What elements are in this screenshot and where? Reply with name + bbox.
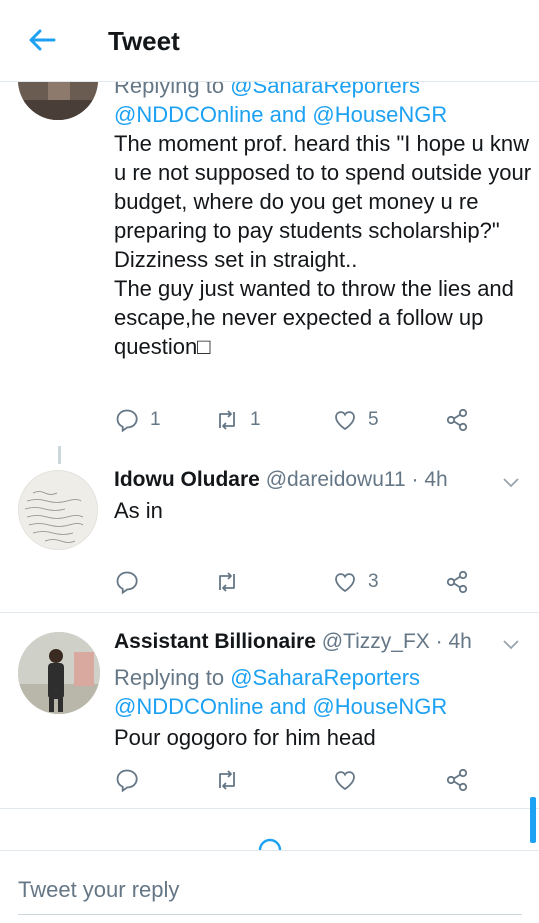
tweet-text: The moment prof. heard this "I hope u kn… (114, 131, 532, 359)
reply-icon (116, 769, 138, 793)
like-count: 3 (368, 571, 379, 592)
handle-time: @dareidowu11 · 4h (265, 468, 448, 491)
tweet-header: Idowu Oludare @dareidowu11 · 4h (114, 466, 534, 494)
retweet-icon (219, 770, 235, 790)
tweet-actions: 3 (114, 567, 514, 597)
mention-link[interactable]: @NDDCOnline and @HouseNGR (114, 692, 534, 721)
handle-time: @Tizzy_FX · 4h (321, 630, 472, 653)
tweet-actions (114, 765, 514, 795)
mention-link[interactable]: @NDDCOnline and @HouseNGR (114, 100, 534, 129)
share-icon (446, 768, 468, 792)
scrollbar[interactable] (530, 797, 536, 843)
reply-button[interactable] (114, 567, 150, 597)
reply-count: 1 (150, 409, 161, 430)
reply-button[interactable]: 1 (114, 405, 161, 435)
like-icon (335, 771, 355, 791)
retweet-button[interactable]: 1 (214, 405, 261, 435)
replying-to: Replying to @SaharaReporters @NDDCOnline… (114, 663, 534, 721)
like-icon (335, 573, 355, 593)
top-app-bar: Tweet (0, 0, 539, 82)
mention-link[interactable]: @SaharaReporters (230, 665, 420, 690)
reply-input[interactable] (18, 875, 522, 915)
like-button[interactable]: 3 (332, 567, 379, 597)
tweet-item[interactable]: Idowu Oludare @dareidowu11 · 4h As in 3 (0, 460, 539, 610)
reply-button[interactable] (114, 765, 140, 795)
retweet-icon (219, 572, 235, 592)
share-button[interactable] (444, 567, 470, 597)
chevron-down-icon[interactable] (501, 634, 521, 654)
share-button[interactable] (444, 765, 470, 795)
divider (0, 808, 539, 809)
replying-to-label: Replying to (114, 665, 231, 690)
avatar[interactable] (18, 632, 100, 714)
chevron-down-icon[interactable] (501, 472, 521, 492)
tweet-item[interactable]: Assistant Billionaire @Tizzy_FX · 4h Rep… (0, 614, 539, 809)
reply-composer (0, 850, 539, 923)
retweet-button[interactable] (214, 765, 240, 795)
tweet-text: Pour ogogoro for him head (114, 725, 376, 750)
like-button[interactable]: 5 (332, 405, 379, 435)
display-name[interactable]: Idowu Oludare (114, 468, 260, 491)
page-title: Tweet (108, 26, 180, 56)
like-icon (335, 411, 355, 431)
display-name[interactable]: Assistant Billionaire (114, 630, 316, 653)
reply-icon (116, 571, 138, 595)
divider (0, 612, 539, 613)
avatar[interactable] (18, 470, 98, 550)
tweet-thread: Replying to @SaharaReporters @NDDCOnline… (0, 0, 539, 850)
tweet-text: As in (114, 498, 163, 523)
share-icon (446, 408, 468, 432)
share-button[interactable] (444, 405, 470, 435)
retweet-button[interactable] (214, 567, 250, 597)
share-icon (446, 570, 468, 594)
tweet-item[interactable]: Replying to @SaharaReporters @NDDCOnline… (0, 50, 539, 450)
reply-icon (116, 409, 138, 433)
tweet-actions: 1 1 5 (114, 405, 514, 435)
like-count: 5 (368, 409, 379, 430)
retweet-icon (219, 410, 235, 430)
loading-spinner-icon (258, 838, 282, 850)
back-arrow-icon[interactable] (26, 24, 58, 56)
tweet-header: Assistant Billionaire @Tizzy_FX · 4h (114, 628, 534, 656)
like-button[interactable] (332, 765, 358, 795)
retweet-count: 1 (250, 409, 261, 430)
